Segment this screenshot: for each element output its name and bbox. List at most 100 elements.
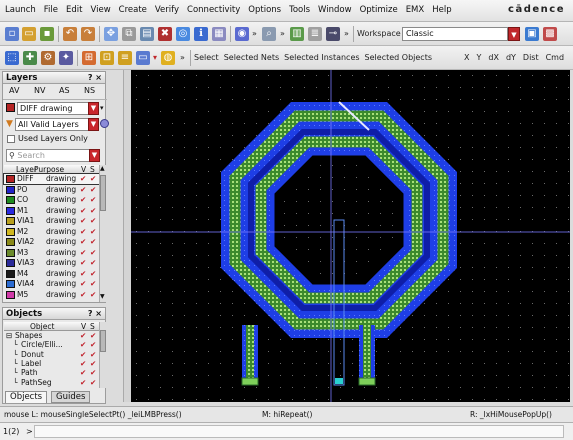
info-icon[interactable]: ℹ xyxy=(194,27,208,41)
ruler-icon[interactable]: ⊞ xyxy=(82,51,96,65)
tab-objects[interactable]: Objects xyxy=(5,391,48,403)
menu-optimize[interactable]: Optimize xyxy=(359,5,399,15)
path-icon[interactable]: ≡ xyxy=(118,51,132,65)
selectable-check-icon[interactable]: ✔ xyxy=(90,258,96,267)
selectable-check-icon[interactable]: ✔ xyxy=(90,237,96,246)
workspace-select[interactable]: Classic xyxy=(402,27,508,41)
workspace-delete-icon[interactable]: ▩ xyxy=(543,27,557,41)
column-header[interactable]: Object xyxy=(30,322,54,331)
layout-canvas[interactable] xyxy=(131,70,570,402)
selectable-check-icon[interactable]: ✔ xyxy=(90,195,96,204)
object-row[interactable]: └ Donut ✔ ✔ xyxy=(4,350,101,360)
layer-row[interactable]: VIA2 drawing ✔ ✔ xyxy=(4,237,101,247)
visible-check-icon[interactable]: ✔ xyxy=(80,279,86,288)
visible-check-icon[interactable]: ✔ xyxy=(80,269,86,278)
layer-scrollbar[interactable]: ▲ ▼ xyxy=(99,165,106,302)
tab-ns[interactable]: NS xyxy=(84,86,95,95)
fit-icon[interactable]: ◉ xyxy=(235,27,249,41)
selectable-check-icon[interactable]: ✔ xyxy=(90,248,96,257)
delete-icon[interactable]: ✖ xyxy=(158,27,172,41)
menu-emx[interactable]: EMX xyxy=(405,5,426,15)
selectable-check-icon[interactable]: ✔ xyxy=(90,368,96,377)
current-layer-select[interactable]: DIFF drawing xyxy=(17,102,89,115)
tab-as[interactable]: AS xyxy=(59,86,70,95)
chevron-down-icon[interactable]: ▼ xyxy=(88,102,99,115)
visible-check-icon[interactable]: ✔ xyxy=(80,350,86,359)
object-scrollbar[interactable] xyxy=(99,322,106,388)
overflow-chevron[interactable]: » xyxy=(344,29,349,38)
layer-row[interactable]: VIA3 drawing ✔ ✔ xyxy=(4,258,101,268)
selectable-check-icon[interactable]: ✔ xyxy=(90,227,96,236)
workspace-save-icon[interactable]: ▣ xyxy=(525,27,539,41)
overflow-chevron[interactable]: » xyxy=(180,53,185,62)
selectable-check-icon[interactable]: ✔ xyxy=(90,359,96,368)
menu-launch[interactable]: Launch xyxy=(4,5,37,15)
scroll-thumb[interactable] xyxy=(100,175,106,211)
column-header[interactable]: S xyxy=(90,165,95,174)
selectable-check-icon[interactable]: ✔ xyxy=(90,378,96,387)
visible-check-icon[interactable]: ✔ xyxy=(80,331,86,340)
menu-view[interactable]: View xyxy=(89,5,111,15)
layer-row[interactable]: CO drawing ✔ ✔ xyxy=(4,195,101,205)
visible-check-icon[interactable]: ✔ xyxy=(80,359,86,368)
overflow-chevron[interactable]: » xyxy=(280,29,285,38)
layer-row[interactable]: PO drawing ✔ ✔ xyxy=(4,185,101,195)
tree-collapse-icon[interactable]: ⊟ xyxy=(6,331,12,340)
chevron-down-icon[interactable]: ▼ xyxy=(508,27,520,41)
visible-check-icon[interactable]: ✔ xyxy=(80,216,86,225)
spell-check-icon[interactable]: ≣ xyxy=(308,27,322,41)
layer-filter-select[interactable]: All Valid Layers xyxy=(15,118,89,131)
scroll-down-icon[interactable]: ▼ xyxy=(100,293,106,300)
visible-check-icon[interactable]: ✔ xyxy=(80,368,86,377)
chevron-down-icon[interactable]: ▼ xyxy=(88,118,99,131)
column-header[interactable]: Purpose xyxy=(34,165,64,174)
used-layers-checkbox[interactable] xyxy=(7,135,15,143)
selectable-check-icon[interactable]: ✔ xyxy=(90,174,96,183)
selectable-check-icon[interactable]: ✔ xyxy=(90,206,96,215)
menu-help[interactable]: Help xyxy=(431,5,452,15)
drc-icon[interactable]: ▥ xyxy=(290,27,304,41)
redo-icon[interactable]: ↷ xyxy=(81,27,95,41)
undo-icon[interactable]: ↶ xyxy=(63,27,77,41)
hierarchy-icon[interactable]: ▦ xyxy=(212,27,226,41)
layer-row[interactable]: M3 drawing ✔ ✔ xyxy=(4,248,101,258)
visible-check-icon[interactable]: ✔ xyxy=(80,248,86,257)
menu-connectivity[interactable]: Connectivity xyxy=(186,5,241,15)
selectable-check-icon[interactable]: ✔ xyxy=(90,350,96,359)
copy-icon[interactable]: ⧉ xyxy=(122,27,136,41)
visible-check-icon[interactable]: ✔ xyxy=(80,227,86,236)
save-icon[interactable]: ▪ xyxy=(40,27,54,41)
menu-verify[interactable]: Verify xyxy=(154,5,180,15)
object-row[interactable]: ⊟ Shapes ✔ ✔ xyxy=(4,331,101,341)
layer-row[interactable]: DIFF drawing ✔ ✔ xyxy=(3,173,102,185)
panel-controls[interactable]: ? × xyxy=(88,308,102,320)
visible-check-icon[interactable]: ✔ xyxy=(80,290,86,299)
object-row[interactable]: └ Circle/Elli... ✔ ✔ xyxy=(4,340,101,350)
stretch-icon[interactable]: ▤ xyxy=(140,27,154,41)
menu-create[interactable]: Create xyxy=(118,5,148,15)
selectable-check-icon[interactable]: ✔ xyxy=(90,279,96,288)
layer-search-input[interactable]: ⚲ Search xyxy=(6,149,90,162)
object-row[interactable]: └ PathSeg ✔ ✔ xyxy=(4,378,101,388)
tab-guides[interactable]: Guides xyxy=(51,391,91,403)
object-row[interactable]: └ Label ✔ ✔ xyxy=(4,359,101,369)
bulb-icon[interactable]: ◍ xyxy=(161,51,175,65)
tab-av[interactable]: AV xyxy=(9,86,19,95)
select-mode-icon[interactable]: ⬚ xyxy=(5,51,19,65)
menu-window[interactable]: Window xyxy=(317,5,353,15)
chevron-down-icon[interactable]: ▾ xyxy=(153,53,157,62)
layer-row[interactable]: VIA1 drawing ✔ ✔ xyxy=(4,216,101,226)
object-row[interactable]: └ Path ✔ ✔ xyxy=(4,368,101,378)
overflow-chevron[interactable]: » xyxy=(252,29,257,38)
selectable-check-icon[interactable]: ✔ xyxy=(90,331,96,340)
open-icon[interactable]: ▭ xyxy=(22,27,36,41)
layout-drawing[interactable] xyxy=(131,70,570,402)
tab-nv[interactable]: NV xyxy=(34,86,45,95)
selectable-check-icon[interactable]: ✔ xyxy=(90,185,96,194)
shape-icon[interactable]: ▭ xyxy=(136,51,150,65)
selectable-check-icon[interactable]: ✔ xyxy=(90,216,96,225)
scroll-up-icon[interactable]: ▲ xyxy=(100,165,106,172)
zoom-icon[interactable]: ⌕ xyxy=(262,27,276,41)
scroll-thumb[interactable] xyxy=(100,330,106,352)
layer-row[interactable]: M5 drawing ✔ ✔ xyxy=(4,290,101,300)
